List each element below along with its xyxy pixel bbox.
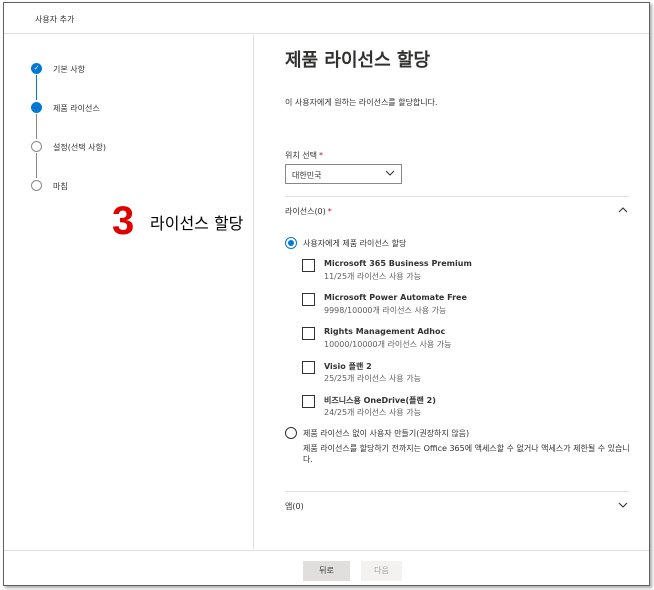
pending-step-icon	[31, 141, 42, 152]
dialog-titlebar: 사용자 추가	[4, 3, 649, 34]
license-availability: 10000/10000개 라이선스 사용 가능	[324, 340, 452, 349]
radio-label: 제품 라이선스 없이 사용자 만들기(권장하지 않음)	[303, 429, 470, 438]
licenses-section-title: 라이선스(0)	[285, 207, 326, 216]
licenses-section-header[interactable]: 라이선스(0) *	[285, 206, 332, 217]
radio-button[interactable]	[285, 237, 297, 249]
page-description: 이 사용자에게 원하는 라이선스를 할당합니다.	[285, 98, 438, 107]
step-label: 마침	[53, 182, 68, 191]
step-label: 기본 사항	[53, 65, 85, 74]
check-icon: ✓	[31, 63, 42, 74]
license-availability: 9998/10000개 라이선스 사용 가능	[324, 306, 447, 315]
section-divider	[285, 491, 629, 492]
wizard-stepper: ✓ 기본 사항 제품 라이선스 설정(선택 사항) 마침 3 라이선스 할당	[4, 35, 254, 549]
step-connector	[36, 75, 37, 100]
license-availability: 25/25개 라이선스 사용 가능	[324, 374, 421, 383]
chevron-down-icon	[385, 170, 395, 176]
chevron-down-icon[interactable]	[617, 499, 629, 511]
dialog-title: 사용자 추가	[35, 15, 75, 24]
radio-button[interactable]	[285, 427, 297, 439]
license-availability: 11/25개 라이선스 사용 가능	[324, 272, 421, 281]
step-label: 설정(선택 사항)	[53, 143, 106, 152]
license-item[interactable]: Microsoft Power Automate Free 9998/10000…	[302, 293, 602, 321]
apps-section-title: 앱(0)	[285, 502, 304, 511]
main-panel: 제품 라이선스 할당 이 사용자에게 원하는 라이선스를 할당합니다. 위치 선…	[255, 35, 649, 549]
license-item[interactable]: Rights Management Adhoc 10000/10000개 라이선…	[302, 327, 602, 355]
license-checkbox[interactable]	[302, 361, 315, 374]
step-connector	[36, 114, 37, 139]
current-step-icon	[31, 102, 42, 113]
license-name: Visio 플랜 2	[324, 362, 372, 371]
license-checkbox[interactable]	[302, 293, 315, 306]
pending-step-icon	[31, 180, 42, 191]
section-divider	[285, 196, 629, 197]
annotation-text: 라이선스 할당	[150, 214, 244, 233]
license-name: Rights Management Adhoc	[324, 327, 446, 336]
license-availability: 24/25개 라이선스 사용 가능	[324, 408, 421, 417]
add-user-dialog: 사용자 추가 ✓ 기본 사항 제품 라이선스 설정(선택 사항) 마침 3 라이…	[3, 2, 650, 586]
license-checkbox[interactable]	[302, 327, 315, 340]
chevron-up-icon[interactable]	[617, 204, 629, 216]
license-name: Microsoft Power Automate Free	[324, 293, 467, 302]
license-item[interactable]: Visio 플랜 2 25/25개 라이선스 사용 가능	[302, 361, 602, 389]
radio-label: 사용자에게 제품 라이선스 할당	[303, 239, 407, 248]
location-dropdown[interactable]: 대한민국	[285, 164, 402, 184]
required-mark: *	[327, 207, 332, 216]
back-button[interactable]: 뒤로	[303, 561, 350, 581]
location-value: 대한민국	[292, 171, 322, 180]
step-connector	[36, 153, 37, 178]
license-name: Microsoft 365 Business Premium	[324, 259, 472, 268]
annotation-number: 3	[112, 199, 135, 243]
page-title: 제품 라이선스 할당	[285, 50, 431, 71]
next-button[interactable]: 다음	[361, 561, 402, 581]
license-name: 비즈니스용 OneDrive(플랜 2)	[324, 396, 436, 405]
no-license-note: 제품 라이선스를 할당하기 전까지는 Office 365에 액세스할 수 없거…	[303, 444, 630, 464]
apps-section-header[interactable]: 앱(0)	[285, 501, 304, 512]
location-label: 위치 선택 *	[285, 150, 323, 161]
dialog-footer: 뒤로 다음	[4, 550, 649, 586]
license-checkbox[interactable]	[302, 259, 315, 272]
license-checkbox[interactable]	[302, 395, 315, 408]
required-mark: *	[318, 151, 323, 160]
license-item[interactable]: Microsoft 365 Business Premium 11/25개 라이…	[302, 259, 602, 287]
location-label-text: 위치 선택	[285, 151, 317, 160]
step-label: 제품 라이선스	[53, 104, 100, 113]
license-item[interactable]: 비즈니스용 OneDrive(플랜 2) 24/25개 라이선스 사용 가능	[302, 395, 602, 423]
